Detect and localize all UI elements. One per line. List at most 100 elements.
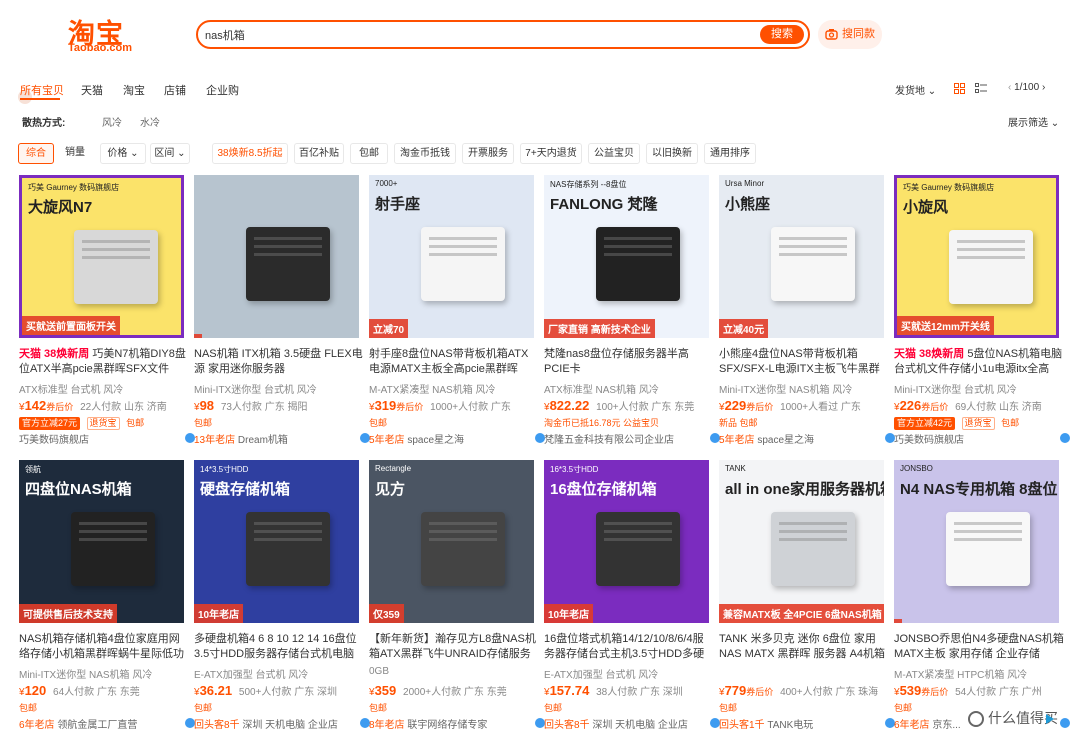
product-image[interactable]: 领航 四盘位NAS机箱 可提供售后技术支持 xyxy=(19,460,184,623)
shop-age: 5年老店 xyxy=(369,435,405,446)
tab-tmall[interactable]: 天猫 xyxy=(81,82,103,98)
shop-row[interactable]: 5年老店 space星之海 xyxy=(719,431,895,446)
prev-page-icon[interactable]: ‹ xyxy=(1008,82,1011,93)
product-title[interactable]: 梵隆nas8盘位存储服务器半高PCIE卡 xyxy=(544,347,714,377)
product-card[interactable]: Ursa Minor 小熊座 立减40元 小熊座4盘位NAS带背板机箱SFX/S… xyxy=(719,175,895,451)
tab-taobao[interactable]: 淘宝 xyxy=(123,82,145,98)
product-card[interactable]: 巧美 Gaurney 数码旗舰店 大旋风N7 买就送前置面板开关 天猫 38焕新… xyxy=(19,175,195,451)
price: ¥539 xyxy=(894,683,922,698)
sort-range[interactable]: 区间 ⌄ xyxy=(150,143,190,164)
product-card[interactable]: 14*3.5寸HDD 硬盘存储机箱 10年老店 多硬盘机箱4 6 8 10 12… xyxy=(194,460,370,736)
price-row: ¥226券后价 69人付款 山东 济南 xyxy=(894,398,1042,413)
product-image[interactable]: NAS存储系列 --8盘位 FANLONG 梵隆 厂家直销 高新技术企业 xyxy=(544,175,709,338)
image-banner: 10年老店 xyxy=(544,604,594,623)
promo-38[interactable]: 38焕新8.5折起 xyxy=(212,143,288,164)
shop-row[interactable]: 6年老店 领航金属工厂直营 xyxy=(19,716,195,731)
shop-row[interactable]: 巧美数码旗舰店 xyxy=(894,431,1070,446)
shop-row[interactable]: 回头客8千 深圳 天机电脑 企业店 xyxy=(194,716,370,731)
product-title[interactable]: 小熊座4盘位NAS带背板机箱SFX/SFX-L电源ITX主板飞牛黑群晖UNR… xyxy=(719,347,889,377)
tab-enterprise[interactable]: 企业购 xyxy=(206,82,239,98)
tab-all[interactable]: 所有宝贝 xyxy=(20,82,64,98)
product-image[interactable]: 巧美 Gaurney 数码旗舰店 小旋风 买就送12mm开关线 xyxy=(894,175,1059,338)
shop-name: 深圳 天机电脑 企业店 xyxy=(592,720,688,731)
product-image[interactable]: 巧美 Gaurney 数码旗舰店 大旋风N7 买就送前置面板开关 xyxy=(19,175,184,338)
filter-coins[interactable]: 淘金币抵钱 xyxy=(394,143,456,164)
product-title[interactable]: 天猫 38焕新周 5盘位NAS机箱电脑台式机文件存储小1u电源itx全高p… xyxy=(894,347,1064,377)
sort-price[interactable]: 价格 ⌄ xyxy=(100,143,146,164)
product-card[interactable]: TANK all in one家用服务器机箱 兼容MATX板 全4PCIE 6盘… xyxy=(719,460,895,736)
product-image[interactable]: 14*3.5寸HDD 硬盘存储机箱 10年老店 xyxy=(194,460,359,623)
product-card[interactable]: 巧美 Gaurney 数码旗舰店 小旋风 买就送12mm开关线 天猫 38焕新周… xyxy=(894,175,1070,451)
product-card[interactable]: NAS存储系列 --8盘位 FANLONG 梵隆 厂家直销 高新技术企业 梵隆n… xyxy=(544,175,720,451)
product-card[interactable]: Rectangle 见方 仅359 【新年新货】瀚存见方L8盘NAS机箱ATX黑… xyxy=(369,460,545,736)
shop-row[interactable]: 回头客8千 深圳 天机电脑 企业店 xyxy=(544,716,720,731)
filter-option-water[interactable]: 水冷 xyxy=(140,114,160,129)
filter-trade-in[interactable]: 以旧换新 xyxy=(646,143,698,164)
product-title[interactable]: 天猫 38焕新周 巧美N7机箱DIY8盘位ATX半高pcie黑群晖SFX文件存… xyxy=(19,347,189,377)
photo-search-label: 搜同款 xyxy=(842,28,875,40)
chat-icon[interactable] xyxy=(1060,433,1070,443)
product-title[interactable]: 射手座8盘位NAS带背板机箱ATX电源MATX主板全高pcie黑群晖UNR… xyxy=(369,347,539,377)
filter-subsidy[interactable]: 百亿补贴 xyxy=(294,143,344,164)
product-title[interactable]: TANK 米多贝克 迷你 6盘位 家用 NAS MATX 黑群晖 服务器 A4机… xyxy=(719,632,889,662)
product-image[interactable]: TANK all in one家用服务器机箱 兼容MATX板 全4PCIE 6盘… xyxy=(719,460,884,623)
shop-row[interactable]: 回头客1千 TANK电玩 xyxy=(719,716,895,731)
search-input[interactable]: nas机箱 xyxy=(205,27,245,43)
pagination: ‹ 1/100 › xyxy=(1008,82,1045,93)
product-title[interactable]: 【新年新货】瀚存见方L8盘NAS机箱ATX黑群飞牛UNRAID存储服务器 xyxy=(369,632,539,662)
filter-return[interactable]: 7+天内退货 xyxy=(520,143,582,164)
price-suffix: 券后价 xyxy=(746,402,774,412)
badge-row: 新品 包邮 xyxy=(719,416,758,429)
sales-location: 1000+人付款 广东 xyxy=(430,402,511,413)
product-image[interactable] xyxy=(194,175,359,338)
product-card[interactable]: NAS机箱 ITX机箱 3.5硬盘 FLEX电源 家用迷你服务器 Mini-IT… xyxy=(194,175,370,451)
search-box[interactable]: nas机箱 搜索 xyxy=(196,20,810,49)
shop-age: 回头客8千 xyxy=(194,720,240,731)
price: ¥120 xyxy=(19,683,47,698)
filter-charity[interactable]: 公益宝贝 xyxy=(588,143,640,164)
price: ¥319 xyxy=(369,398,397,413)
case-illustration xyxy=(771,227,855,301)
product-title[interactable]: JONSBO乔思伯N4多硬盘NAS机箱MATX主板 家用存储 企业存储 xyxy=(894,632,1064,662)
product-card[interactable]: JONSBO N4 NAS专用机箱 8盘位 JONSBO乔思伯N4多硬盘NAS机… xyxy=(894,460,1070,736)
tab-shops[interactable]: 店铺 xyxy=(164,82,186,98)
shop-row[interactable]: 梵隆五金科技有限公司企业店 xyxy=(544,431,720,446)
product-title[interactable]: 多硬盘机箱4 6 8 10 12 14 16盘位3.5寸HDD服务器存储台式机电… xyxy=(194,632,364,662)
product-image[interactable]: Rectangle 见方 仅359 xyxy=(369,460,534,623)
image-banner: 立减70 xyxy=(369,319,409,338)
product-card[interactable]: 领航 四盘位NAS机箱 可提供售后技术支持 NAS机箱存储机箱4盘位家庭用网络存… xyxy=(19,460,195,736)
product-title[interactable]: 16盘位塔式机箱14/12/10/8/6/4服务器存储台式主机3.5寸HDD多硬… xyxy=(544,632,714,662)
filter-invoice[interactable]: 开票服务 xyxy=(462,143,514,164)
filter-option-air[interactable]: 风冷 xyxy=(102,114,122,129)
filter-general-sort[interactable]: 通用排序 xyxy=(704,143,756,164)
product-title[interactable]: NAS机箱 ITX机箱 3.5硬盘 FLEX电源 家用迷你服务器 xyxy=(194,347,364,377)
search-button[interactable]: 搜索 xyxy=(760,25,804,44)
product-card[interactable]: 7000+ 射手座 立减70 射手座8盘位NAS带背板机箱ATX电源MATX主板… xyxy=(369,175,545,451)
chat-icon[interactable] xyxy=(1060,718,1070,728)
taobao-logo[interactable]: 淘宝 Taobao.com xyxy=(68,12,138,56)
list-view-icon[interactable] xyxy=(975,83,987,94)
shop-row[interactable]: 5年老店 space星之海 xyxy=(369,431,545,446)
ship-from-dropdown[interactable]: 发货地 ⌄ xyxy=(895,82,936,97)
product-image[interactable]: Ursa Minor 小熊座 立减40元 xyxy=(719,175,884,338)
price-value: 319 xyxy=(374,398,397,413)
product-card[interactable]: 16*3.5寸HDD 16盘位存储机箱 10年老店 16盘位塔式机箱14/12/… xyxy=(544,460,720,736)
shop-name: 梵隆五金科技有限公司企业店 xyxy=(544,435,674,446)
sort-sales[interactable]: 销量 xyxy=(59,143,91,164)
grid-view-icon[interactable] xyxy=(954,83,965,94)
next-page-icon[interactable]: › xyxy=(1042,82,1045,93)
shop-row[interactable]: 13年老店 Dream机箱 xyxy=(194,431,370,446)
filter-free-shipping[interactable]: 包邮 xyxy=(350,143,388,164)
product-image[interactable]: 7000+ 射手座 立减70 xyxy=(369,175,534,338)
display-filter-dropdown[interactable]: 展示筛选 ⌄ xyxy=(1008,114,1059,129)
shop-row[interactable]: 巧美数码旗舰店 xyxy=(19,431,195,446)
product-title-text: 梵隆nas8盘位存储服务器半高PCIE卡 xyxy=(544,348,689,375)
sort-default[interactable]: 综合 xyxy=(18,143,54,164)
tmall-promo-tag: 天猫 38焕新周 xyxy=(19,348,90,360)
product-image[interactable]: JONSBO N4 NAS专用机箱 8盘位 xyxy=(894,460,1059,623)
next-arrow-icon[interactable] xyxy=(1043,712,1057,726)
product-title[interactable]: NAS机箱存储机箱4盘位家庭用网络存储小机箱黑群晖蜗牛星际低功耗 xyxy=(19,632,189,662)
shop-row[interactable]: 8年老店 联宇网络存储专家 xyxy=(369,716,545,731)
photo-search-button[interactable]: 搜同款 xyxy=(818,20,882,49)
product-image[interactable]: 16*3.5寸HDD 16盘位存储机箱 10年老店 xyxy=(544,460,709,623)
